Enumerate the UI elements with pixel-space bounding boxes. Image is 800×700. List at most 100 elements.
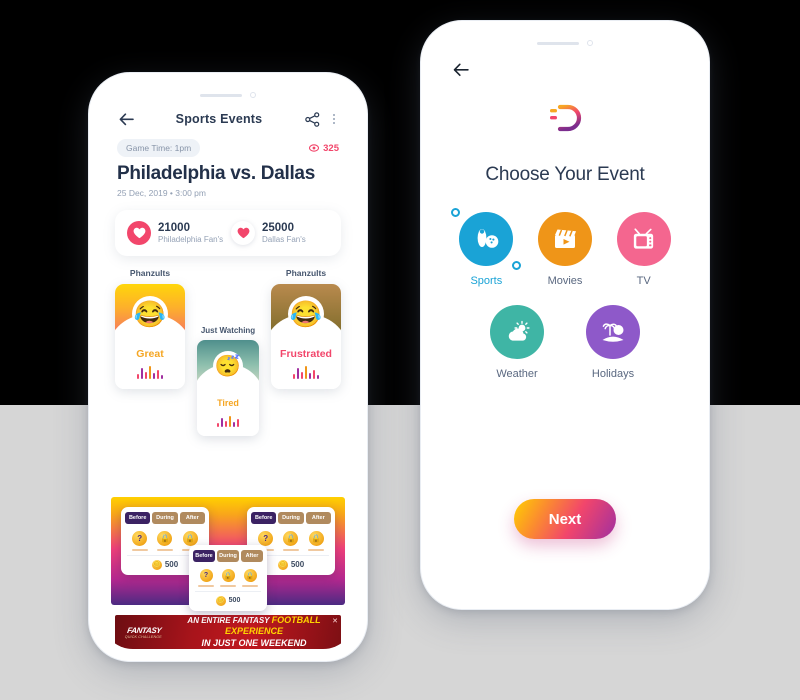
bet-amount: 🪙 500 [193, 592, 263, 607]
heart-icon-filled [127, 221, 151, 245]
tab-during[interactable]: During [217, 550, 239, 562]
share-button[interactable] [303, 110, 321, 128]
category-label: Weather [496, 368, 538, 380]
fan-count-value: 21000 [158, 221, 190, 234]
ad-line1-plain: AN ENTIRE FANTASY [187, 616, 272, 626]
sun-cloud-icon [508, 320, 530, 341]
eye-icon [309, 144, 320, 152]
betting-panel: Before During After ? 🔒 🔒 🪙 500 Before D… [111, 497, 345, 611]
phone-mockup-right: Choose Your Event Sports Movies TV Weath… [420, 20, 710, 610]
coin-question-icon[interactable]: ? [132, 531, 148, 546]
category-grid: Sports Movies TV Weather Holidays [433, 208, 697, 398]
category-icon-circle [451, 208, 522, 270]
arrow-left-icon [119, 112, 134, 125]
share-icon [304, 111, 319, 127]
fan-stat-home: 21000 Philadelphia Fan's [127, 221, 225, 245]
tab-before[interactable]: Before [251, 512, 277, 524]
phanzults-section: Phanzults 😂 Great Phanzults 😂 Frustrated… [101, 268, 355, 611]
next-button[interactable]: Next [514, 499, 616, 539]
category-row-1: Sports Movies TV [451, 208, 671, 287]
tab-before[interactable]: Before [193, 550, 215, 562]
fan-count-value: 25000 [262, 221, 294, 234]
coin-lock-icon[interactable]: 🔒 [182, 531, 198, 546]
speaker-grill [537, 41, 579, 45]
view-count: 325 [309, 143, 339, 154]
category-row-2: Weather Holidays [459, 305, 671, 380]
selection-handle-icon[interactable] [451, 208, 461, 217]
coin-lock-icon[interactable]: 🔒 [157, 531, 173, 546]
category-icon-circle [538, 212, 592, 266]
coin-question-icon[interactable]: ? [258, 531, 274, 546]
more-vertical-icon [333, 114, 335, 116]
category-icon-circle [586, 305, 640, 359]
arrow-left-icon [453, 63, 469, 77]
bet-card[interactable]: Before During After ? 🔒 🔒 🪙 500 [189, 545, 267, 611]
coin-lock-icon[interactable]: 🔒 [221, 569, 235, 582]
ad-close-button[interactable]: ✕ [332, 617, 338, 625]
fan-count-label: Dallas Fan's [262, 235, 306, 245]
ad-brand-name: FANTASY [126, 625, 162, 635]
choose-event-screen: Choose Your Event Sports Movies TV Weath… [433, 33, 697, 597]
mood-name: Tired [217, 398, 239, 408]
fan-counts-card: 21000 Philadelphia Fan's 25000 Dallas Fa… [115, 210, 341, 256]
emoji-laughing-icon: 😂 [132, 296, 168, 332]
front-camera-icon [250, 92, 256, 98]
tab-after[interactable]: After [305, 512, 331, 524]
phanzults-label: Phanzults [285, 268, 327, 278]
brand-p-logo-icon [550, 104, 582, 146]
mood-card-frustrated[interactable]: 😂 Frustrated [271, 284, 341, 389]
phone-mockup-left: Sports Events Game Time: 1pm 325 Philade… [88, 72, 368, 662]
bet-amount-value: 500 [228, 597, 241, 604]
phone-notch-right [505, 33, 625, 53]
mood-column-watching: Just Watching 😴 Tired [197, 326, 259, 436]
mood-card-tired[interactable]: 😴 Tired [197, 340, 259, 436]
coin-lock-icon[interactable]: 🔒 [308, 531, 324, 546]
coin-question-icon[interactable]: ? [199, 569, 213, 582]
mood-card-header: 😴 [197, 340, 259, 398]
category-tv[interactable]: TV [616, 212, 671, 287]
next-button-container: Next [433, 499, 697, 597]
brand-logo [433, 104, 697, 146]
view-count-value: 325 [323, 142, 339, 154]
coin-lock-icon[interactable]: 🔒 [283, 531, 299, 546]
ad-banner[interactable]: FANTASY QUICK CHALLENGE AN ENTIRE FANTAS… [115, 615, 341, 649]
category-label: Movies [547, 275, 583, 287]
category-label: TV [636, 275, 651, 287]
coin-icon: 🪙 [215, 595, 226, 606]
heart-icon-outline [231, 221, 255, 245]
fan-count-label: Philadelphia Fan's [158, 235, 224, 245]
back-button[interactable] [117, 110, 135, 128]
more-options-button[interactable] [329, 114, 339, 124]
emoji-sleepy-icon: 😴 [213, 351, 243, 381]
category-movies[interactable]: Movies [538, 212, 593, 287]
tv-icon [634, 227, 654, 249]
coin-lock-icon[interactable]: 🔒 [243, 569, 257, 582]
bar-chart-icon [271, 364, 341, 379]
phone-notch-left [168, 85, 288, 105]
tab-after[interactable]: After [179, 512, 205, 524]
category-sports[interactable]: Sports [451, 208, 522, 287]
tab-during[interactable]: During [152, 512, 178, 524]
selection-handle-icon[interactable] [512, 261, 522, 270]
speaker-grill [200, 93, 242, 97]
just-watching-label: Just Watching [200, 326, 256, 335]
mood-column-great: Phanzults 😂 Great [115, 268, 185, 389]
tab-during[interactable]: During [278, 512, 304, 524]
island-icon [602, 323, 624, 342]
phone-screen-right: Choose Your Event Sports Movies TV Weath… [433, 33, 697, 597]
bar-chart-icon [115, 364, 185, 379]
mood-card-header: 😂 [271, 284, 341, 348]
page-title: Sports Events [175, 112, 263, 126]
tab-before[interactable]: Before [125, 512, 151, 524]
tab-after[interactable]: After [241, 550, 263, 562]
ad-brand-logo: FANTASY QUICK CHALLENGE [119, 619, 169, 645]
mood-name: Great [136, 348, 164, 360]
mood-card-great[interactable]: 😂 Great [115, 284, 185, 389]
category-weather[interactable]: Weather [481, 305, 553, 380]
category-holidays[interactable]: Holidays [577, 305, 649, 380]
mood-column-frustrated: Phanzults 😂 Frustrated [271, 268, 341, 389]
category-label: Holidays [591, 368, 635, 380]
coin-icon: 🪙 [277, 559, 288, 570]
mood-card-header: 😂 [115, 284, 185, 348]
emoji-laughing-icon: 😂 [288, 296, 324, 332]
